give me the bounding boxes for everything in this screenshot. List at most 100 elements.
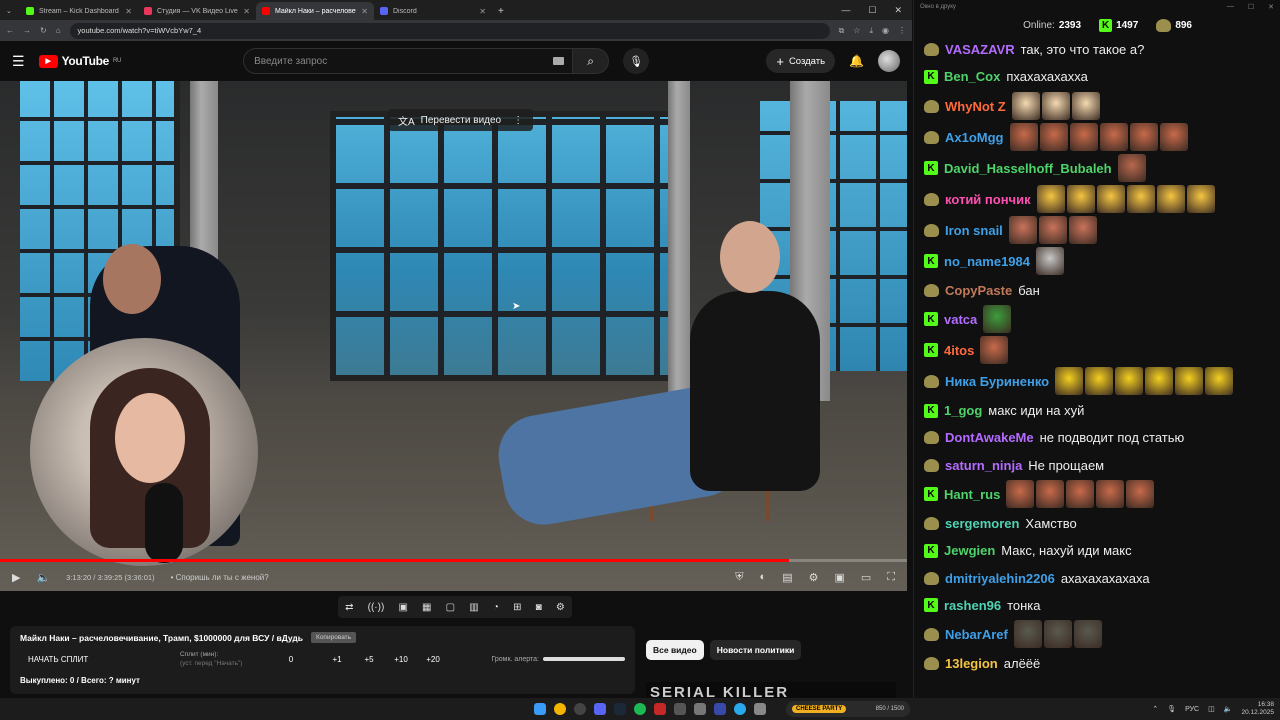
discord-icon[interactable] bbox=[594, 703, 606, 715]
create-button[interactable]: + Создать bbox=[766, 49, 836, 73]
volume-icon[interactable]: 🔈 bbox=[36, 571, 50, 584]
clock[interactable]: 16:38 20.12.2025 bbox=[1241, 701, 1274, 717]
start-split-button[interactable]: НАЧАТЬ СПЛИТ bbox=[20, 655, 170, 664]
camera-icon[interactable]: ▣ bbox=[398, 602, 407, 613]
speed-icon[interactable]: ◔ bbox=[493, 602, 499, 613]
chat-username[interactable]: Iron snail bbox=[945, 223, 1003, 238]
game-widget[interactable]: CHEESE PARTY 850 / 1500 bbox=[786, 701, 910, 717]
browser-tab[interactable]: Stream – Kick Dashboard ✕ bbox=[20, 2, 138, 20]
chip-all-videos[interactable]: Все видео bbox=[646, 640, 704, 660]
chat-username[interactable]: no_name1984 bbox=[944, 254, 1030, 269]
youtube-logo[interactable]: ▶ YouTube RU bbox=[38, 54, 121, 68]
screenshot-icon[interactable]: ◙ bbox=[536, 602, 542, 613]
reload-icon[interactable]: ↻ bbox=[40, 26, 47, 35]
chat-username[interactable]: Ben_Cox bbox=[944, 69, 1000, 84]
chat-username[interactable]: sergemoren bbox=[945, 516, 1019, 531]
increment-button[interactable]: +5 bbox=[358, 655, 380, 664]
chapter-title[interactable]: • Споришь ли ты с женой? bbox=[171, 573, 269, 582]
close-icon[interactable]: ✕ bbox=[1268, 3, 1274, 11]
autoplay-toggle-icon[interactable]: ◐ bbox=[760, 571, 767, 583]
search-input[interactable]: Введите запрос bbox=[243, 48, 574, 74]
shield-icon[interactable]: ⛨ bbox=[735, 571, 743, 584]
clapper-icon[interactable]: ▦ bbox=[422, 602, 431, 613]
avatar[interactable] bbox=[878, 50, 900, 72]
maximize-icon[interactable]: ☐ bbox=[868, 5, 876, 16]
volume-icon[interactable]: 🔈 bbox=[1224, 705, 1233, 713]
chat-username[interactable]: VASAZAVR bbox=[945, 42, 1015, 57]
close-icon[interactable]: ✕ bbox=[894, 5, 902, 16]
chat-username[interactable]: rashen96 bbox=[944, 598, 1001, 613]
gear-icon[interactable]: ⚙ bbox=[556, 602, 565, 613]
chrome-icon[interactable] bbox=[554, 703, 566, 715]
chat-username[interactable]: 4itos bbox=[944, 343, 974, 358]
frame-icon[interactable]: ▢ bbox=[446, 602, 455, 613]
add-clip-icon[interactable]: ⊞ bbox=[513, 602, 521, 613]
play-icon[interactable]: ▶ bbox=[12, 571, 20, 584]
new-tab-button[interactable]: + bbox=[492, 2, 512, 20]
steam-icon[interactable] bbox=[614, 703, 626, 715]
browser-tab[interactable]: Студия — VK Видео Live ✕ bbox=[138, 2, 256, 20]
app-icon[interactable] bbox=[754, 703, 766, 715]
settings-icon[interactable]: ⚙ bbox=[809, 571, 819, 584]
split-minutes-value[interactable]: 0 bbox=[280, 655, 302, 664]
more-icon[interactable]: ⋮ bbox=[513, 115, 523, 126]
copy-button[interactable]: Копировать bbox=[311, 632, 357, 643]
broadcast-icon[interactable]: ((·)) bbox=[368, 602, 385, 613]
keyboard-icon[interactable] bbox=[553, 57, 565, 65]
browser-tab[interactable]: Майкл Наки – расчеловечивание ✕ bbox=[256, 2, 374, 20]
app-icon[interactable] bbox=[694, 703, 706, 715]
filmstrip-icon[interactable]: ▥ bbox=[469, 602, 478, 613]
home-icon[interactable]: ⌂ bbox=[56, 26, 61, 35]
download-icon[interactable]: ⤓ bbox=[869, 26, 873, 36]
app-icon[interactable] bbox=[654, 703, 666, 715]
profile-icon[interactable]: ◉ bbox=[882, 26, 889, 35]
chat-username[interactable]: 13legion bbox=[945, 656, 998, 671]
chat-username[interactable]: Ника Буриненко bbox=[945, 374, 1049, 389]
windows-start-icon[interactable] bbox=[534, 703, 546, 715]
close-icon[interactable]: ✕ bbox=[479, 7, 486, 16]
player-icon[interactable] bbox=[714, 703, 726, 715]
chat-username[interactable]: Hant_rus bbox=[944, 487, 1000, 502]
chat-username[interactable]: 1_gog bbox=[944, 403, 982, 418]
maximize-icon[interactable]: ☐ bbox=[1248, 3, 1254, 11]
tab-list-button[interactable]: ⌄ bbox=[0, 2, 20, 20]
obs-icon[interactable] bbox=[574, 703, 586, 715]
extensions-icon[interactable]: ⧉ bbox=[839, 26, 845, 36]
telegram-icon[interactable] bbox=[734, 703, 746, 715]
fullscreen-icon[interactable]: ⛶ bbox=[887, 571, 895, 584]
menu-icon[interactable]: ⋮ bbox=[898, 26, 906, 35]
progress-bar[interactable] bbox=[0, 559, 907, 562]
subtitles-icon[interactable]: ▤ bbox=[782, 571, 792, 584]
app-icon[interactable] bbox=[674, 703, 686, 715]
spotify-icon[interactable] bbox=[634, 703, 646, 715]
increment-button[interactable]: +1 bbox=[326, 655, 348, 664]
chat-username[interactable]: котий пончик bbox=[945, 192, 1031, 207]
close-icon[interactable]: ✕ bbox=[361, 7, 368, 16]
chat-username[interactable]: Jewgien bbox=[944, 543, 995, 558]
minimize-icon[interactable]: — bbox=[841, 5, 850, 16]
bookmark-icon[interactable]: ☆ bbox=[853, 26, 860, 35]
minimize-icon[interactable]: — bbox=[1227, 3, 1234, 11]
chevron-up-icon[interactable]: ⌃ bbox=[1152, 705, 1158, 713]
chat-username[interactable]: WhyNot Z bbox=[945, 99, 1006, 114]
forward-icon[interactable]: → bbox=[23, 26, 31, 35]
voice-search-button[interactable]: 🎙 bbox=[623, 48, 650, 74]
chat-username[interactable]: vatca bbox=[944, 312, 977, 327]
close-icon[interactable]: ✕ bbox=[243, 7, 250, 16]
loop-icon[interactable]: ⇄ bbox=[345, 602, 353, 613]
chat-username[interactable]: dmitriyalehin2206 bbox=[945, 571, 1055, 586]
alert-volume-slider[interactable] bbox=[543, 657, 625, 661]
video-player[interactable]: 文A Перевести видео ⋮ ➤ ▶ 🔈 3:13:20 / 3:3… bbox=[0, 81, 907, 591]
hamburger-icon[interactable]: ☰ bbox=[12, 53, 25, 70]
back-icon[interactable]: ← bbox=[6, 26, 14, 35]
recommended-thumbnail[interactable]: SERIAL KILLER bbox=[646, 682, 896, 698]
search-button[interactable]: ⌕ bbox=[573, 48, 610, 74]
increment-button[interactable]: +10 bbox=[390, 655, 412, 664]
chat-username[interactable]: NebarAref bbox=[945, 627, 1008, 642]
chat-username[interactable]: CopyPaste bbox=[945, 283, 1012, 298]
chip-politics-news[interactable]: Новости политики bbox=[709, 640, 802, 660]
translate-video-button[interactable]: 文A Перевести видео ⋮ bbox=[388, 109, 534, 131]
url-field[interactable]: youtube.com/watch?v=tiWVcbYw7_4 bbox=[69, 22, 830, 39]
miniplayer-icon[interactable]: ▣ bbox=[834, 571, 844, 584]
microphone-icon[interactable]: 🎙 bbox=[1167, 705, 1176, 713]
